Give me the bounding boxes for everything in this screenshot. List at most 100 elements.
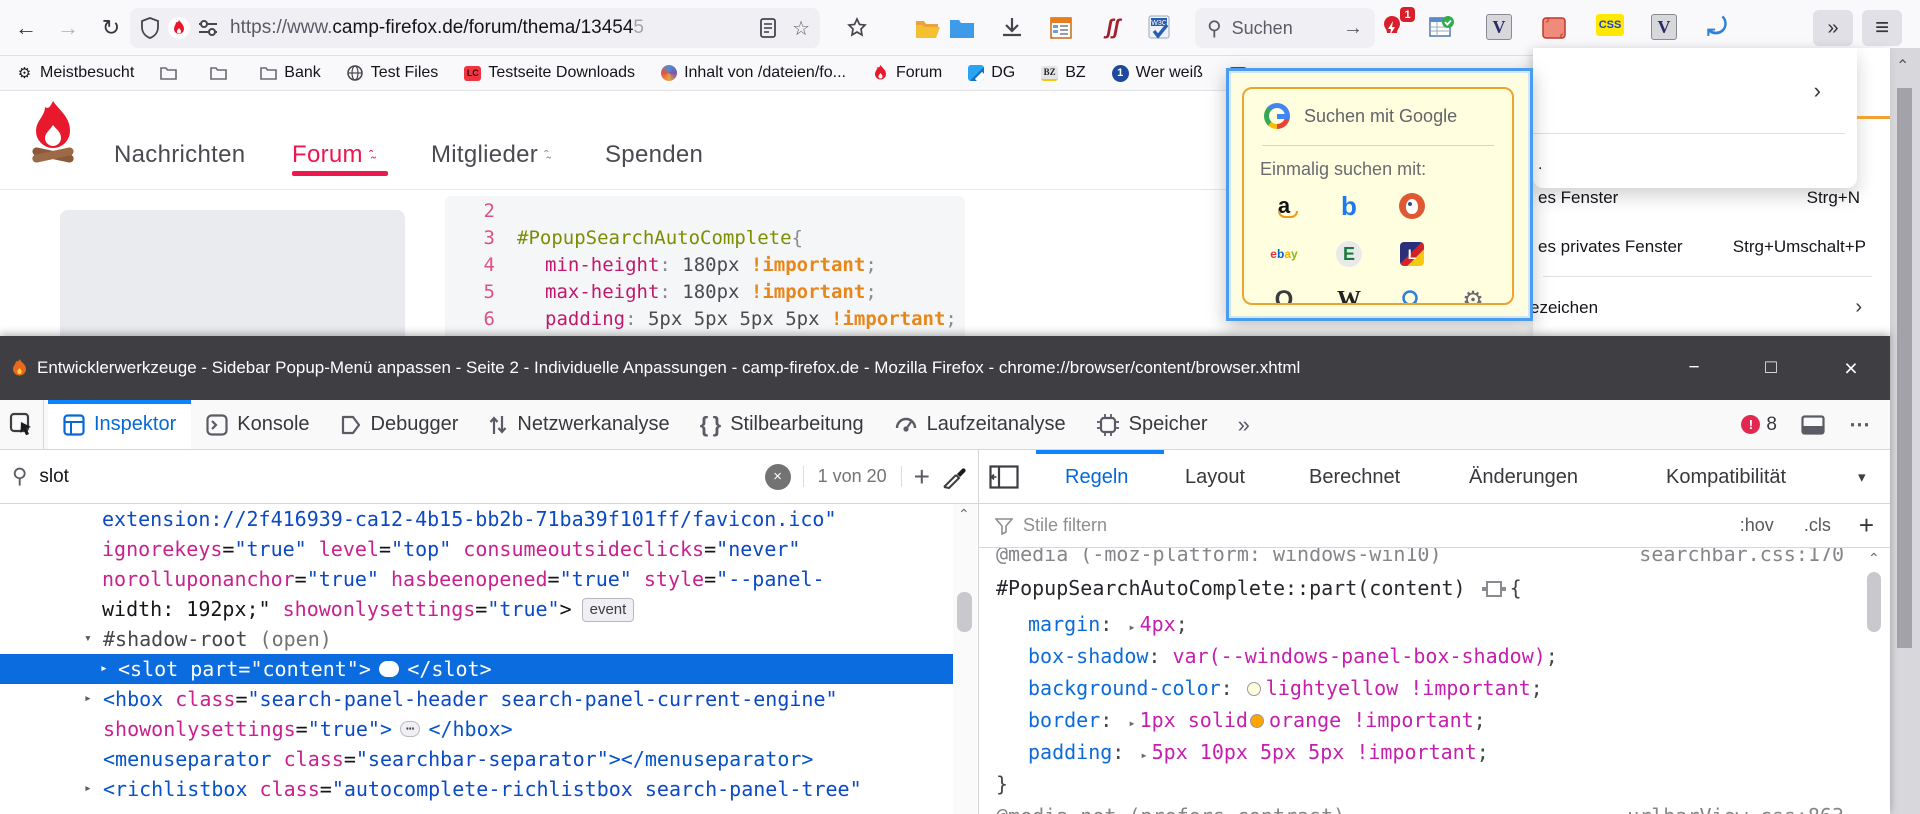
bookmark-test-files[interactable]: Test Files [347, 64, 439, 82]
toolbar-overflow-button[interactable]: » [1813, 10, 1853, 46]
minimize-button[interactable]: − [1679, 354, 1709, 382]
color-swatch-lightyellow[interactable] [1247, 682, 1261, 696]
bookmark-testseite-downloads[interactable]: LCTestseite Downloads [464, 64, 635, 82]
bookmark-folder-1[interactable] [160, 65, 184, 82]
tree-line[interactable]: showonlysettings="true">⋯</hbox> [0, 714, 955, 744]
devtools-titlebar[interactable]: Entwicklerwerkzeuge - Sidebar Popup-Menü… [0, 336, 1890, 400]
reader-mode-icon[interactable] [760, 18, 776, 38]
tree-line-slot-selected[interactable]: ▸<slot part="content">⋯</slot> [0, 654, 955, 684]
event-badge[interactable]: event [582, 598, 635, 622]
forward-button[interactable]: → [52, 12, 84, 44]
tab-konsole[interactable]: Konsole [191, 400, 324, 449]
flyout-chevron-icon[interactable]: › [1814, 78, 1821, 104]
extension-css-icon[interactable]: CSS [1596, 14, 1624, 36]
blue-folder-icon[interactable] [948, 14, 976, 42]
add-rule-icon[interactable]: + [1859, 510, 1874, 541]
menu-item-bookmarks[interactable]: ezeichen [1530, 298, 1598, 318]
tab-speicher[interactable]: Speicher [1081, 400, 1223, 449]
expander-icon[interactable]: ▸ [1128, 611, 1135, 643]
class-toggle[interactable]: .cls [1794, 515, 1841, 536]
url-text[interactable]: https://www.camp-firefox.de/forum/thema/… [230, 17, 644, 39]
bookmark-star-icon[interactable]: ☆ [792, 16, 810, 41]
tree-line[interactable]: ignorekeys="true" level="top" consumeout… [0, 534, 955, 564]
expander-icon[interactable]: ▸ [1128, 707, 1135, 739]
hamburger-menu-button[interactable]: ≡ [1862, 10, 1902, 46]
inspector-search-value[interactable]: slot [39, 466, 752, 488]
browser-scrollbar[interactable]: ⌃ [1890, 48, 1920, 814]
color-swatch-orange[interactable] [1250, 714, 1264, 728]
nav-spenden[interactable]: Spenden [605, 141, 703, 169]
rule-prop-padding[interactable]: padding: ▸5px 10px 5px 5px !important; [979, 736, 1890, 768]
inspector-search-bar[interactable]: ⚲ slot × 1 von 20 + [0, 450, 979, 504]
tree-line[interactable]: extension://2f416939-ca12-4b15-bb2b-71ba… [0, 504, 955, 534]
extension-scroll-icon[interactable] [1541, 14, 1569, 42]
bookmark-wer-weiss[interactable]: 1Wer weiß [1112, 64, 1203, 82]
rules-scrollbar[interactable]: ⌃ [1864, 550, 1886, 814]
scrollbar-thumb[interactable] [1867, 572, 1881, 632]
tab-netzwerkanalyse[interactable]: Netzwerkanalyse [473, 400, 684, 449]
sidebar-tab-kompatibilitaet[interactable]: Kompatibilität [1666, 450, 1786, 504]
tree-line-hbox[interactable]: ▸<hbox class="search-panel-header search… [0, 684, 955, 714]
error-badge[interactable]: !8 [1741, 414, 1777, 436]
bookmark-meistbesucht[interactable]: ⚙Meistbesucht [16, 64, 134, 82]
w3c-validator-icon[interactable]: W3C [1145, 14, 1173, 42]
bookmark-bank[interactable]: Bank [260, 64, 320, 82]
tab-debugger[interactable]: Debugger [325, 400, 474, 449]
menu-item-new-window[interactable]: es Fenster [1538, 188, 1618, 208]
tab-inspektor[interactable]: Inspektor [48, 400, 191, 449]
highlight-target-icon[interactable] [1486, 581, 1502, 597]
stylish-icon[interactable]: ʃʃ [1099, 14, 1127, 42]
sidebar-tab-berechnet[interactable]: Berechnet [1309, 450, 1400, 504]
expand-arrow-icon[interactable]: ▸ [100, 654, 108, 684]
inline-ellipsis-badge[interactable]: ⋯ [379, 661, 399, 677]
expand-arrow-icon[interactable]: ▸ [84, 774, 92, 804]
inline-ellipsis-badge[interactable]: ⋯ [400, 721, 420, 737]
tree-line[interactable]: norolluponanchor="true" hasbeenopened="t… [0, 564, 955, 594]
close-button[interactable]: × [1836, 354, 1866, 382]
bing-engine-icon[interactable]: b [1334, 191, 1364, 221]
pseudo-class-toggle[interactable]: :hov [1730, 515, 1784, 536]
open-folder-icon[interactable] [914, 14, 942, 42]
bookmark-folder-2[interactable] [210, 65, 234, 82]
tree-line-richlistbox[interactable]: ▸<richlistbox class="autocomplete-richli… [0, 774, 955, 804]
search-with-google-row[interactable]: Suchen mit Google [1264, 103, 1457, 129]
scroll-up-icon[interactable]: ⌃ [958, 506, 970, 523]
search-go-arrow-icon[interactable]: → [1343, 17, 1363, 40]
tree-line-shadow-root[interactable]: ▾#shadow-root (open) [0, 624, 955, 654]
rule-selector-row[interactable]: #PopupSearchAutoComplete::part(content) … [979, 572, 1890, 604]
pane-toggle-icon[interactable] [989, 450, 1019, 504]
wikipedia-engine-icon[interactable]: W [1334, 285, 1364, 305]
extension-v-icon[interactable]: V [1486, 14, 1512, 40]
extension-v2-icon[interactable]: V [1651, 14, 1677, 40]
bookmark-inhalt-von[interactable]: Inhalt von /dateien/fo... [661, 64, 846, 82]
search-placeholder[interactable]: Suchen [1232, 18, 1333, 39]
bookmark-forum[interactable]: Forum [872, 64, 942, 82]
nav-nachrichten[interactable]: Nachrichten [114, 141, 245, 169]
ebay-engine-icon[interactable]: ebay [1269, 239, 1299, 269]
expand-arrow-icon[interactable]: ▾ [84, 624, 92, 654]
search-field[interactable]: ⚲ Suchen → [1195, 8, 1375, 48]
eyedropper-icon[interactable] [942, 465, 966, 489]
pick-element-icon[interactable] [0, 400, 44, 449]
sidebar-tab-regeln[interactable]: Regeln [1065, 450, 1128, 504]
scrollbar-thumb[interactable] [1897, 88, 1912, 648]
tab-stilbearbeitung[interactable]: { } Stilbearbeitung [685, 400, 879, 449]
qwant-engine-icon[interactable]: Q [1269, 285, 1299, 305]
nav-mitglieder[interactable]: Mitgliederˆ̴ [431, 141, 549, 169]
rule-prop-box-shadow[interactable]: box-shadow: var(--windows-panel-box-shad… [979, 640, 1890, 672]
clear-search-icon[interactable]: × [765, 464, 791, 490]
nav-forum[interactable]: Forumˆ̴ [292, 141, 374, 169]
campfire-logo[interactable] [28, 99, 78, 176]
rule-source-link[interactable]: searchbar.css:170 [1639, 548, 1844, 570]
bookmark-dg[interactable]: DG [968, 64, 1015, 82]
amazon-engine-icon[interactable]: a [1269, 191, 1299, 221]
bookmark-tray-icon[interactable] [843, 14, 871, 42]
ecosia-engine-icon[interactable]: E [1334, 239, 1364, 269]
tabs-overflow-chevron[interactable]: » [1223, 400, 1265, 449]
permissions-icon[interactable] [198, 20, 218, 36]
reload-button[interactable]: ↻ [95, 12, 127, 44]
extension-bolt-icon[interactable]: 1 [1378, 14, 1406, 42]
url-bar[interactable]: https://www.camp-firefox.de/forum/thema/… [130, 8, 820, 48]
devtools-meatball-menu[interactable]: ⋯ [1849, 412, 1870, 437]
rule-source-link[interactable]: urlbarView.css:863 [1627, 800, 1844, 814]
